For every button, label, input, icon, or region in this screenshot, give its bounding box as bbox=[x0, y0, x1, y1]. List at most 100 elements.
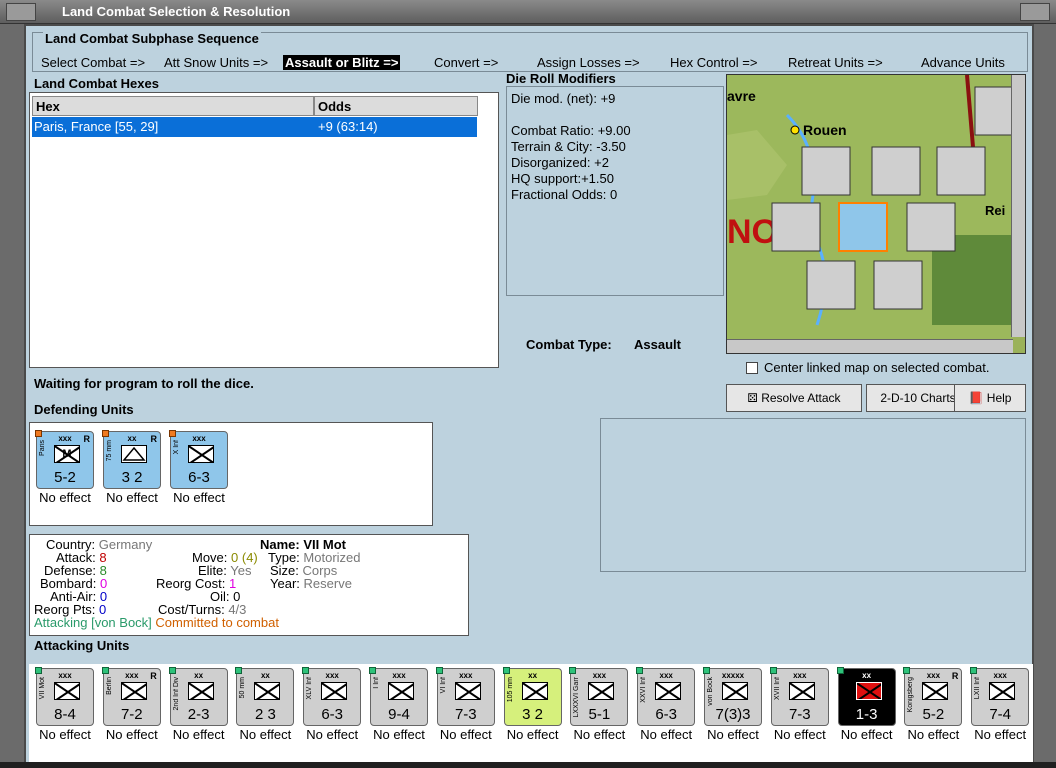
unit-symbol bbox=[120, 682, 147, 700]
attacking-unit[interactable]: xx Leib SS Inf D. 1-3 No effect bbox=[836, 667, 897, 742]
modifiers-panel: Die mod. (net): +9 Combat Ratio: +9.00 T… bbox=[506, 86, 724, 296]
title-bar: Land Combat Selection & Resolution bbox=[0, 0, 1056, 24]
attacking-unit[interactable]: xxx I Inf 9-4 No effect bbox=[369, 667, 429, 742]
table-row[interactable]: Paris, France [55, 29] +9 (63:14) bbox=[32, 117, 477, 137]
unit-name: XLV Inf bbox=[306, 677, 314, 700]
unit-symbol bbox=[588, 682, 615, 700]
unit-counter: xxx VI Inf 7-3 bbox=[435, 667, 495, 726]
unit-name: 75 mm bbox=[106, 440, 113, 462]
info-country: Germany bbox=[98, 537, 153, 552]
info-attacking: Attacking [von Bock] bbox=[34, 615, 152, 630]
attacking-unit[interactable]: xx 50 mm 2 3 No effect bbox=[235, 667, 295, 742]
attacking-unit[interactable]: xxxxx von Bock 7(3)3 No effect bbox=[703, 667, 763, 742]
unit-counter: xxx LXXXVI Garr 5-1 bbox=[569, 667, 629, 726]
unit-value: 2-3 bbox=[187, 706, 210, 723]
step-convert: Convert => bbox=[434, 55, 499, 70]
map-label: NO bbox=[727, 213, 778, 251]
unit-value: 6-3 bbox=[321, 706, 344, 723]
unit-counter: xxxxx von Bock 7(3)3 bbox=[703, 667, 762, 726]
unit-counter: xx 105 mm 3 2 bbox=[502, 667, 562, 726]
reserve-flag: R bbox=[83, 434, 91, 444]
unit-value: 5-2 bbox=[54, 469, 76, 486]
unit-effect: No effect bbox=[640, 727, 693, 742]
unit-name: von Bock bbox=[707, 677, 714, 706]
linked-map[interactable]: avre Rouen NO Rei bbox=[726, 74, 1026, 354]
col-hex[interactable]: Hex bbox=[32, 96, 314, 116]
app-frame: Land Combat Selection & Resolution Land … bbox=[0, 0, 1056, 768]
unit-symbol bbox=[321, 682, 348, 700]
unit-symbol: M bbox=[54, 445, 80, 463]
attacking-unit[interactable]: xxx XLV Inf 6-3 No effect bbox=[302, 667, 362, 742]
infantry-symbol bbox=[188, 445, 214, 463]
attacking-unit[interactable]: xxx VII Mot 8-4 No effect bbox=[35, 667, 95, 742]
unit-symbol bbox=[521, 682, 548, 700]
attacking-unit[interactable]: xxx VI Inf 7-3 No effect bbox=[435, 667, 496, 742]
artillery-symbol bbox=[121, 445, 147, 463]
mod-line: HQ support:+1.50 bbox=[511, 171, 614, 186]
unit-value: 1-3 bbox=[855, 706, 878, 723]
unit-counter: xx 2nd Inf Div 2-3 bbox=[168, 667, 228, 726]
map-label: avre bbox=[727, 88, 756, 104]
unit-value: 2 3 bbox=[254, 706, 276, 723]
unit-name: 50 mm bbox=[239, 677, 247, 699]
unit-effect: No effect bbox=[373, 727, 425, 742]
attacking-unit[interactable]: xxx XVII Inf 7-3 No effect bbox=[769, 667, 830, 742]
dice-icon: ⚄ bbox=[747, 391, 762, 405]
combat-type-value: Assault bbox=[634, 337, 681, 352]
unit-counter: xxx X Inf 6-3 bbox=[169, 430, 228, 489]
unit-name: 105 mm bbox=[506, 677, 514, 703]
defending-unit[interactable]: xxx X Inf 6-3 No effect bbox=[169, 430, 229, 505]
unit-effect: No effect bbox=[773, 727, 826, 742]
map-horizontal-scrollbar[interactable] bbox=[727, 339, 1013, 353]
center-map-label: Center linked map on selected combat. bbox=[764, 360, 990, 375]
combat-results-panel bbox=[600, 418, 1026, 572]
center-map-checkbox[interactable] bbox=[746, 362, 758, 374]
unit-symbol bbox=[388, 682, 414, 700]
window-menu-button[interactable] bbox=[6, 3, 36, 21]
unit-name: Paris bbox=[39, 440, 46, 456]
unit-name: LXII Inf bbox=[974, 677, 982, 700]
unit-symbol bbox=[989, 682, 1016, 700]
attacking-unit[interactable]: xxx R Konigsberg 5-2 No effect bbox=[903, 667, 963, 742]
attacking-units-panel: xxx VII Mot 8-4 No effect xxx R Berlin 7-2 No ef… bbox=[29, 664, 1033, 764]
unit-counter: xx R 75 mm 3 2 bbox=[102, 430, 161, 489]
unit-symbol bbox=[454, 682, 481, 700]
unit-effect: No effect bbox=[907, 727, 960, 742]
status-text: Waiting for program to roll the dice. bbox=[34, 376, 254, 391]
hexes-title: Land Combat Hexes bbox=[34, 76, 159, 91]
defending-unit[interactable]: xxx R Paris M 5-2 No effect bbox=[35, 430, 95, 505]
resolve-attack-button[interactable]: ⚄ Resolve Attack bbox=[726, 384, 862, 412]
unit-effect: No effect bbox=[707, 727, 759, 742]
attacking-unit[interactable]: xxx LXXXVI Garr 5-1 No effect bbox=[569, 667, 629, 742]
attacking-unit[interactable]: xxx R Berlin 7-2 No effect bbox=[101, 667, 162, 742]
attacking-unit[interactable]: xx 105 mm 3 2 No effect bbox=[502, 667, 563, 742]
window-title: Land Combat Selection & Resolution bbox=[62, 4, 291, 19]
step-retreat: Retreat Units => bbox=[788, 55, 883, 70]
defending-unit[interactable]: xx R 75 mm 3 2 No effect bbox=[102, 430, 162, 505]
unit-symbol bbox=[187, 682, 214, 700]
col-odds[interactable]: Odds bbox=[314, 96, 478, 116]
unit-effect: No effect bbox=[39, 490, 91, 505]
unit-counter: xxx R Paris M 5-2 bbox=[35, 430, 94, 489]
unit-effect: No effect bbox=[974, 727, 1027, 742]
book-icon: 📕 bbox=[968, 391, 987, 405]
unit-counter: xxx I Inf 9-4 bbox=[369, 667, 428, 726]
map-vertical-scrollbar[interactable] bbox=[1011, 75, 1025, 337]
attacking-unit[interactable]: xxx XXVI Inf 6-3 No effect bbox=[636, 667, 696, 742]
unit-value: 7-3 bbox=[454, 706, 477, 723]
unit-value: 9-4 bbox=[388, 706, 410, 723]
unit-value: 5-2 bbox=[922, 706, 945, 723]
attacking-unit[interactable]: xx 2nd Inf Div 2-3 No effect bbox=[168, 667, 229, 742]
help-button[interactable]: 📕 Help bbox=[954, 384, 1026, 412]
subphase-sequence: Land Combat Subphase Sequence Select Com… bbox=[32, 31, 1028, 72]
unit-name: VII Mot bbox=[39, 677, 46, 700]
attacking-title: Attacking Units bbox=[34, 638, 130, 653]
defending-title: Defending Units bbox=[34, 402, 134, 417]
mod-line: Fractional Odds: 0 bbox=[511, 187, 618, 202]
unit-effect: No effect bbox=[840, 727, 893, 742]
unit-name: VI Inf bbox=[439, 677, 447, 694]
window-close-button[interactable] bbox=[1020, 3, 1050, 21]
attacking-unit[interactable]: xxx LXII Inf 7-4 No effect bbox=[970, 667, 1030, 742]
step-select-combat: Select Combat => bbox=[41, 55, 146, 70]
unit-info-panel: Country: Germany Attack: 8 Defense: 8 Bo… bbox=[29, 534, 469, 636]
